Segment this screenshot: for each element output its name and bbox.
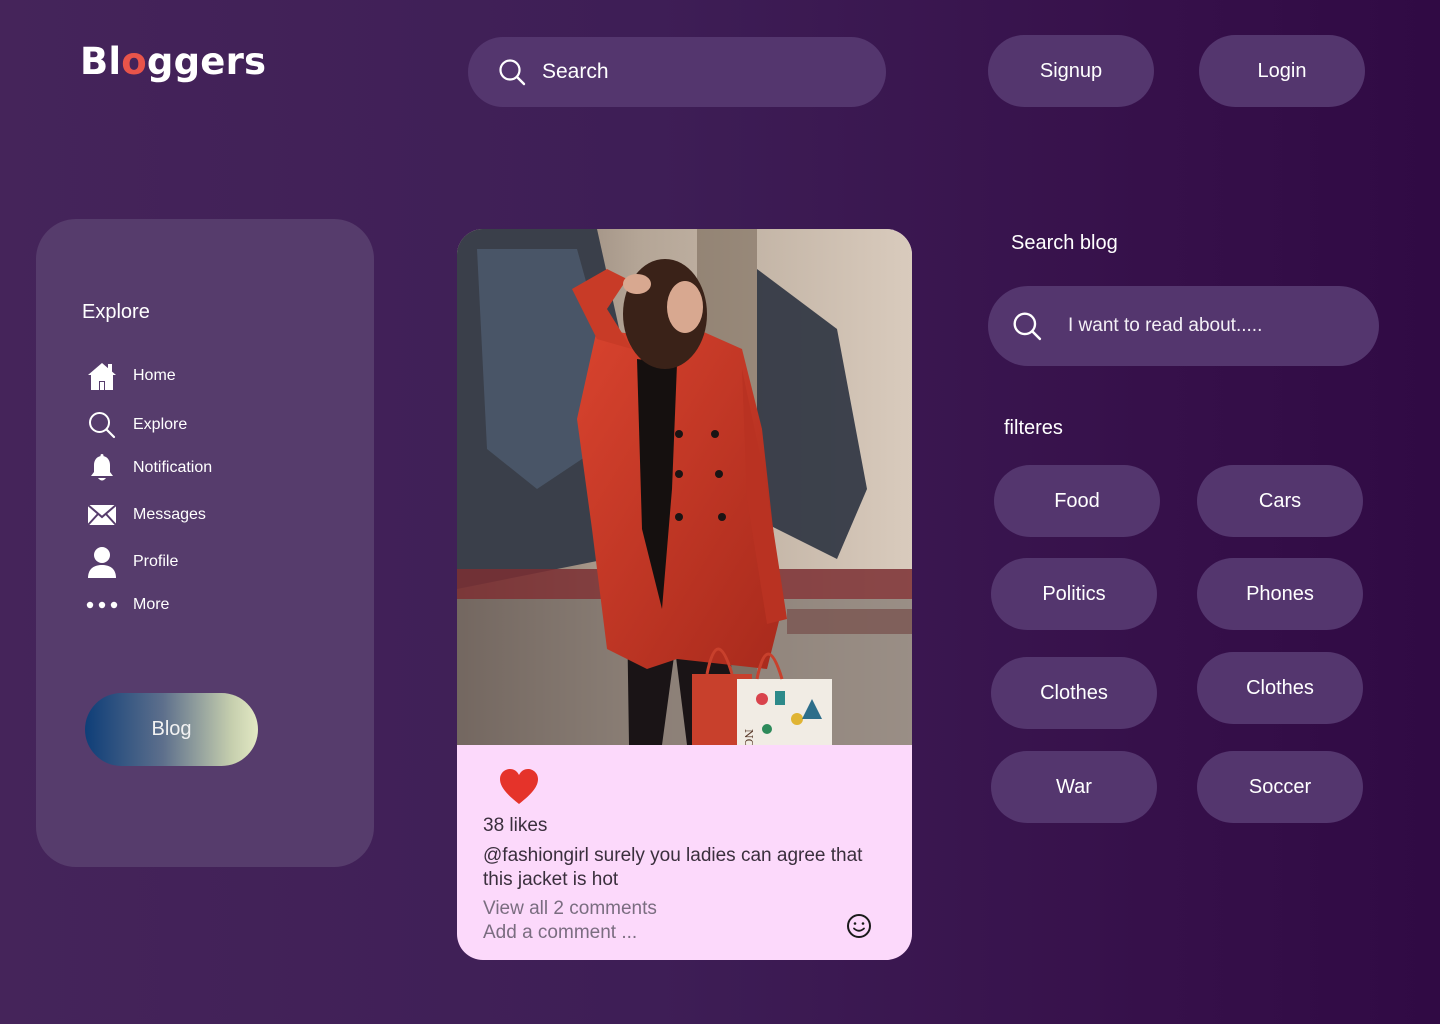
search-blog-heading: Search blog: [1011, 232, 1118, 254]
post-details: 38 likes @fashiongirl surely you ladies …: [457, 745, 912, 960]
more-icon: [86, 589, 118, 621]
sidebar-item-label: More: [133, 596, 170, 613]
filter-chip-food[interactable]: Food: [994, 465, 1160, 537]
bag-brand-text: NORDS: [742, 729, 755, 745]
filter-chip-clothes[interactable]: Clothes: [991, 657, 1157, 729]
add-comment-input[interactable]: Add a comment ...: [483, 922, 637, 944]
post-card: NORDS 38 likes @fashiongirl surely you l…: [457, 229, 912, 960]
header-search-placeholder: Search: [542, 60, 609, 83]
home-icon: [86, 360, 118, 392]
sidebar-item-explore[interactable]: Explore: [86, 409, 187, 441]
logo-accent-letter: o: [121, 40, 147, 83]
sidebar-item-label: Explore: [133, 416, 188, 433]
sidebar-item-label: Messages: [133, 506, 206, 523]
bell-icon: [86, 452, 118, 484]
sidebar: Explore Home Explore Notification Messag…: [36, 219, 374, 867]
mail-icon: [86, 499, 118, 531]
logo-text-end: ggers: [146, 40, 267, 83]
emoji-icon[interactable]: [846, 913, 872, 939]
sidebar-item-label: Profile: [133, 553, 179, 570]
user-icon: [86, 546, 118, 578]
filter-chip-clothes-2[interactable]: Clothes: [1197, 652, 1363, 724]
sidebar-title: Explore: [82, 301, 150, 323]
brand-logo[interactable]: Bloggers: [80, 40, 266, 83]
filter-chip-politics[interactable]: Politics: [991, 558, 1157, 630]
blog-search-input[interactable]: I want to read about.....: [988, 286, 1379, 366]
filter-chip-war[interactable]: War: [991, 751, 1157, 823]
signup-button[interactable]: Signup: [988, 35, 1154, 107]
filter-chip-cars[interactable]: Cars: [1197, 465, 1363, 537]
view-comments-link[interactable]: View all 2 comments: [483, 898, 657, 920]
logo-text-start: Bl: [80, 40, 122, 83]
sidebar-item-label: Notification: [133, 459, 213, 476]
login-button[interactable]: Login: [1199, 35, 1365, 107]
sidebar-item-profile[interactable]: Profile: [86, 546, 178, 578]
search-icon: [86, 409, 118, 441]
sidebar-item-home[interactable]: Home: [86, 360, 176, 392]
blog-search-placeholder: I want to read about.....: [1068, 315, 1263, 336]
filters-heading: filteres: [1004, 417, 1063, 439]
heart-icon[interactable]: [499, 769, 539, 805]
search-icon: [499, 59, 526, 86]
sidebar-item-notification[interactable]: Notification: [86, 452, 212, 484]
likes-count: 38 likes: [483, 815, 548, 836]
post-photo[interactable]: NORDS: [457, 229, 912, 745]
post-caption: @fashiongirl surely you ladies can agree…: [483, 845, 863, 890]
filter-chip-soccer[interactable]: Soccer: [1197, 751, 1363, 823]
sidebar-item-messages[interactable]: Messages: [86, 499, 206, 531]
search-icon: [1013, 312, 1042, 341]
blog-button[interactable]: Blog: [85, 693, 258, 766]
sidebar-item-more[interactable]: More: [86, 589, 169, 621]
header-search-input[interactable]: Search: [468, 37, 886, 107]
filter-chip-phones[interactable]: Phones: [1197, 558, 1363, 630]
sidebar-item-label: Home: [133, 367, 176, 384]
